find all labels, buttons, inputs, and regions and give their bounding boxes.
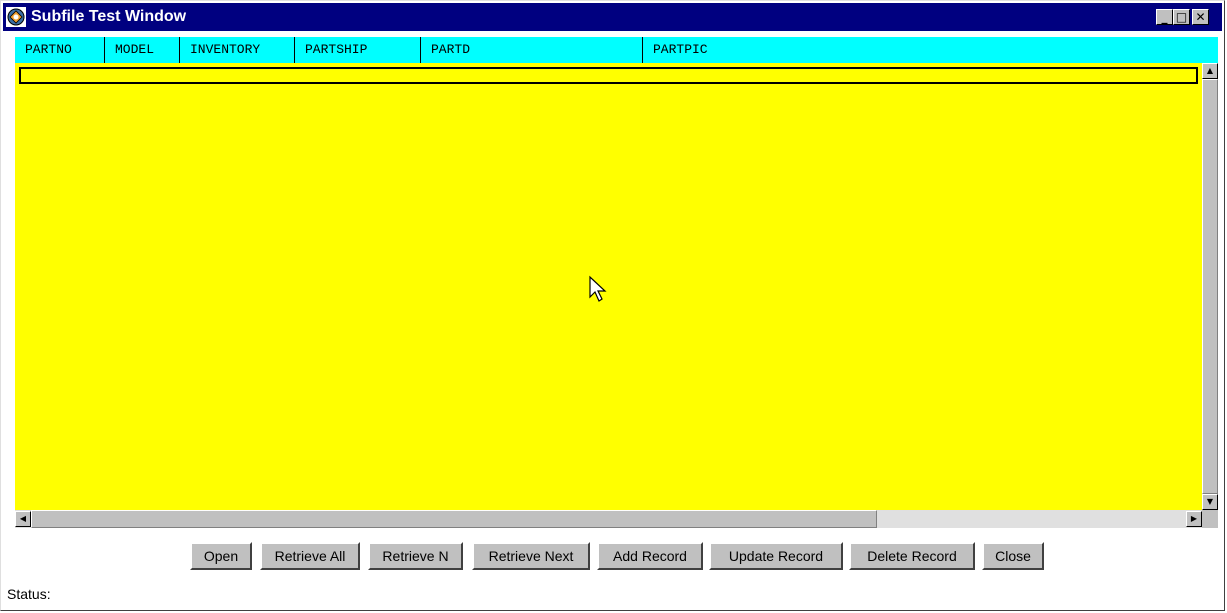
close-window-button[interactable]: ✕: [1192, 9, 1209, 25]
minimize-icon: _: [1161, 10, 1168, 24]
retrieve-n-button[interactable]: Retrieve N: [368, 542, 463, 570]
arrow-up-icon: ▲: [1206, 66, 1214, 75]
update-record-button[interactable]: Update Record: [709, 542, 843, 570]
delete-record-button[interactable]: Delete Record: [849, 542, 975, 570]
vertical-scrollbar[interactable]: ▲ ▼: [1202, 63, 1218, 510]
scroll-right-button[interactable]: ▶: [1186, 511, 1202, 527]
open-button[interactable]: Open: [190, 542, 252, 570]
column-header-inventory[interactable]: INVENTORY: [180, 37, 295, 63]
window-title: Subfile Test Window: [31, 8, 187, 25]
maximize-icon: □: [1175, 10, 1188, 24]
retrieve-next-button[interactable]: Retrieve Next: [472, 542, 590, 570]
minimize-button[interactable]: _: [1156, 9, 1173, 25]
horizontal-scroll-thumb[interactable]: [31, 510, 877, 528]
horizontal-scrollbar[interactable]: ◀ ▶: [15, 510, 1202, 528]
scrollbar-corner: [1202, 510, 1218, 528]
arrow-right-icon: ▶: [1190, 514, 1198, 523]
app-icon[interactable]: [6, 7, 26, 27]
scroll-down-button[interactable]: ▼: [1202, 494, 1218, 510]
scroll-left-button[interactable]: ◀: [15, 511, 31, 527]
close-icon: ✕: [1195, 10, 1206, 24]
column-header-partd[interactable]: PARTD: [421, 37, 643, 63]
maximize-button[interactable]: □: [1173, 9, 1190, 25]
title-bar[interactable]: Subfile Test Window _ □ ✕: [3, 3, 1222, 31]
arrow-left-icon: ◀: [19, 514, 27, 523]
scroll-up-button[interactable]: ▲: [1202, 63, 1218, 79]
retrieve-all-button[interactable]: Retrieve All: [260, 542, 360, 570]
close-button[interactable]: Close: [982, 542, 1044, 570]
subfile-grid[interactable]: [15, 63, 1202, 510]
column-header-partpic[interactable]: PARTPIC: [643, 37, 1218, 63]
selected-row[interactable]: [19, 67, 1198, 84]
column-header-model[interactable]: MODEL: [105, 37, 180, 63]
mouse-pointer-icon: [589, 275, 607, 302]
status-label: Status:: [7, 586, 51, 602]
action-button-row: Open Retrieve All Retrieve N Retrieve Ne…: [1, 542, 1226, 570]
column-header-bar: PARTNO MODEL INVENTORY PARTSHIP PARTD PA…: [15, 37, 1218, 63]
subfile-test-window: Subfile Test Window _ □ ✕ PARTNO MODEL I…: [0, 0, 1225, 611]
column-header-partship[interactable]: PARTSHIP: [295, 37, 421, 63]
column-header-partno[interactable]: PARTNO: [15, 37, 105, 63]
vertical-scroll-thumb[interactable]: [1202, 79, 1218, 494]
arrow-down-icon: ▼: [1206, 497, 1214, 506]
add-record-button[interactable]: Add Record: [597, 542, 703, 570]
